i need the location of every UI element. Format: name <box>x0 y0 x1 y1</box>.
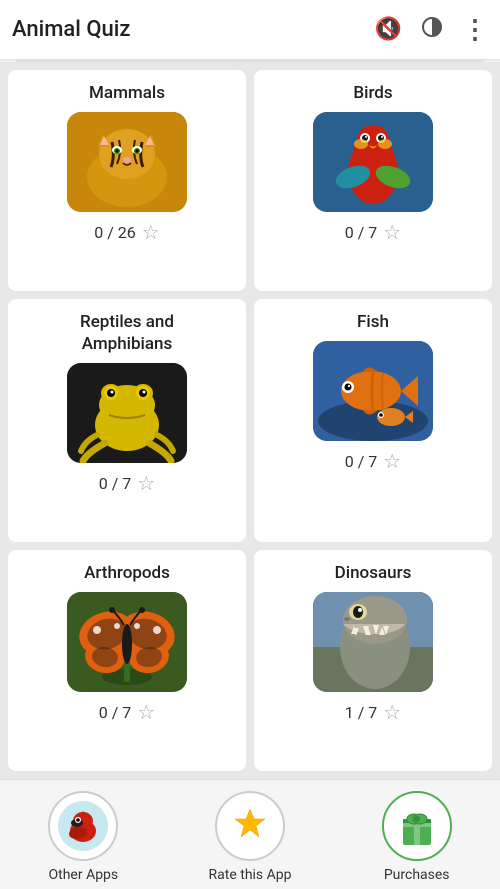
card-birds[interactable]: Birds <box>254 70 492 291</box>
header-icons: 🔇 ⋮ <box>375 15 488 45</box>
card-image-reptiles <box>67 363 187 463</box>
card-image-birds <box>313 112 433 212</box>
purchases-label: Purchases <box>384 867 450 883</box>
card-score-mammals: 0 / 26 ☆ <box>94 220 159 244</box>
card-title-arthropods: Arthropods <box>84 562 170 584</box>
other-apps-icon-circle <box>48 791 118 861</box>
star-icon-mammals: ☆ <box>142 220 160 244</box>
bottom-nav: Other Apps Rate this App <box>0 779 500 889</box>
other-apps-label: Other Apps <box>49 867 119 883</box>
star-icon-birds: ☆ <box>383 220 401 244</box>
card-title-birds: Birds <box>353 82 392 104</box>
card-dinosaurs[interactable]: Dinosaurs <box>254 550 492 771</box>
card-image-fish <box>313 341 433 441</box>
card-score-arthropods: 0 / 7 ☆ <box>99 700 155 724</box>
card-title-fish: Fish <box>357 311 389 333</box>
nav-rate-app[interactable]: Rate this App <box>167 791 334 883</box>
rate-app-icon-circle <box>215 791 285 861</box>
card-mammals[interactable]: Mammals <box>8 70 246 291</box>
app-title: Animal Quiz <box>12 17 375 42</box>
card-fish[interactable]: Fish <box>254 299 492 542</box>
card-score-fish: 0 / 7 ☆ <box>345 449 401 473</box>
purchases-icon-circle <box>382 791 452 861</box>
more-options-icon[interactable]: ⋮ <box>462 15 488 45</box>
card-image-arthropods <box>67 592 187 692</box>
card-reptiles[interactable]: Reptiles and Amphibians <box>8 299 246 542</box>
star-icon-reptiles: ☆ <box>137 471 155 495</box>
star-icon-dinosaurs: ☆ <box>383 700 401 724</box>
app-header: Animal Quiz 🔇 ⋮ <box>0 0 500 60</box>
star-icon-fish: ☆ <box>383 449 401 473</box>
card-image-dinosaurs <box>313 592 433 692</box>
mute-icon[interactable]: 🔇 <box>375 17 402 42</box>
card-arthropods[interactable]: Arthropods <box>8 550 246 771</box>
card-title-dinosaurs: Dinosaurs <box>335 562 412 584</box>
card-score-birds: 0 / 7 ☆ <box>345 220 401 244</box>
rate-app-label: Rate this App <box>209 867 292 883</box>
category-grid: Mammals <box>0 62 500 779</box>
star-icon-arthropods: ☆ <box>137 700 155 724</box>
card-title-mammals: Mammals <box>89 82 165 104</box>
nav-other-apps[interactable]: Other Apps <box>0 791 167 883</box>
card-score-reptiles: 0 / 7 ☆ <box>99 471 155 495</box>
card-score-dinosaurs: 1 / 7 ☆ <box>345 700 401 724</box>
card-image-mammals <box>67 112 187 212</box>
brightness-icon[interactable] <box>420 15 444 44</box>
card-title-reptiles: Reptiles and Amphibians <box>80 311 174 355</box>
nav-purchases[interactable]: Purchases <box>333 791 500 883</box>
